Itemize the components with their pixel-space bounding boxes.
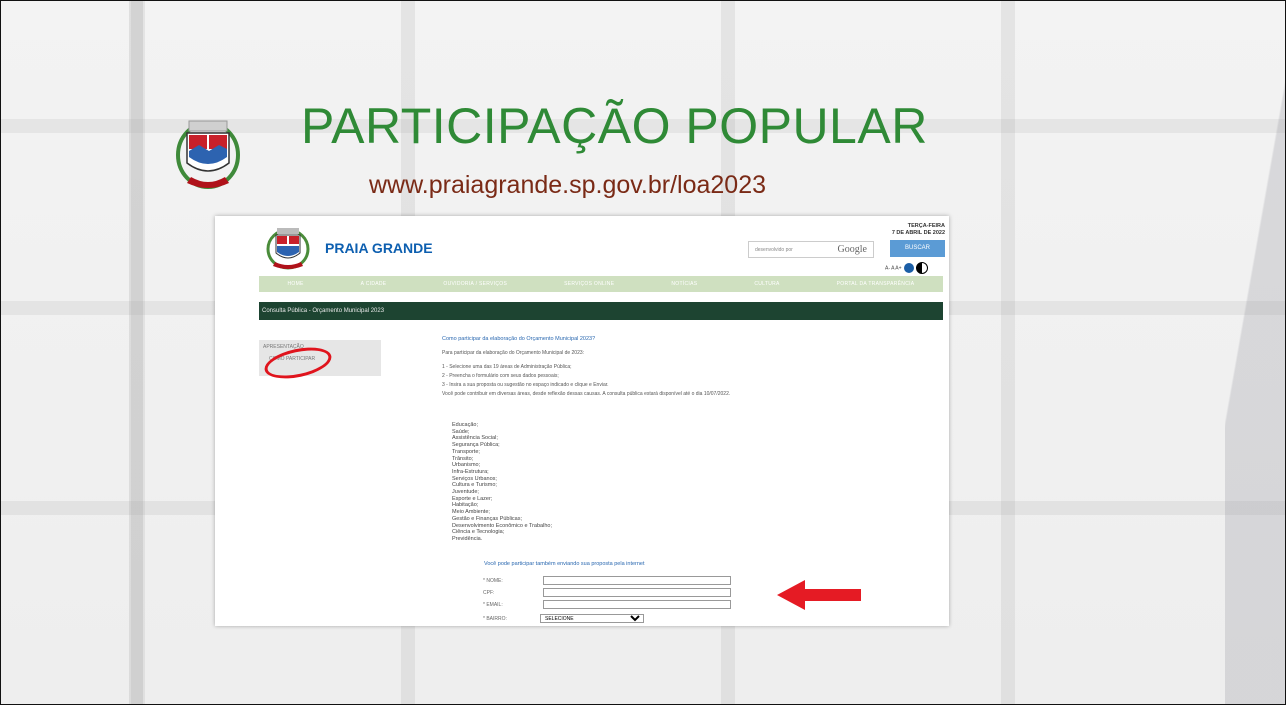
bairro-label: * BAIRRO:	[483, 616, 507, 622]
list-item[interactable]: Gestão e Finanças Públicas;	[452, 516, 552, 523]
nav-home[interactable]: HOME	[287, 281, 303, 287]
list-item[interactable]: Esporte e Lazer;	[452, 496, 552, 503]
list-item[interactable]: Trânsito;	[452, 456, 552, 463]
slide-url: www.praiagrande.sp.gov.br/loa2023	[369, 171, 767, 199]
list-item[interactable]: Ciência e Tecnologia;	[452, 529, 552, 536]
list-item[interactable]: Cultura e Turismo;	[452, 482, 552, 489]
slide-title: PARTICIPAÇÃO POPULAR	[301, 98, 928, 154]
list-item[interactable]: Desenvolvimento Econômico e Trabalho;	[452, 523, 552, 530]
email-field[interactable]	[543, 600, 731, 609]
contrast-icon[interactable]	[915, 262, 928, 274]
red-arrow-icon	[777, 580, 861, 610]
list-item[interactable]: Infra-Estrutura;	[452, 469, 552, 476]
city-crest-icon	[176, 120, 240, 189]
content-question[interactable]: Como participar da elaboração do Orçamen…	[442, 336, 942, 342]
site-brand[interactable]: PRAIA GRANDE	[325, 240, 433, 256]
main-nav: HOME A CIDADE OUVIDORIA / SERVIÇOS SERVI…	[259, 276, 943, 292]
main-content: Como participar da elaboração do Orçamen…	[442, 336, 942, 400]
list-item[interactable]: Saúde;	[452, 429, 552, 436]
name-field[interactable]	[543, 576, 731, 585]
nav-cidade[interactable]: A CIDADE	[361, 281, 387, 287]
nav-transparencia[interactable]: PORTAL DA TRANSPARÊNCIA	[837, 281, 915, 287]
content-step: 2 - Preencha o formulário com seus dados…	[442, 373, 559, 379]
font-size-icon[interactable]	[903, 263, 914, 273]
content-note: Você pode contribuir em diversas áreas, …	[442, 391, 731, 397]
content-step: 3 - Insira a sua proposta ou sugestão no…	[442, 382, 609, 388]
list-item[interactable]: Segurança Pública;	[452, 442, 552, 449]
form-note: Você pode participar também enviando sua…	[484, 561, 645, 567]
website-screenshot: PRAIA GRANDE TERÇA-FEIRA 7 DE ABRIL DE 2…	[215, 216, 949, 626]
search-input[interactable]: desenvolvido por Google	[748, 241, 874, 258]
list-item[interactable]: Assistência Social;	[452, 435, 552, 442]
content-step: 1 - Selecione uma das 19 áreas de Admini…	[442, 364, 572, 370]
bairro-select[interactable]: SELECIONE	[540, 614, 644, 623]
email-label: * EMAIL:	[483, 602, 503, 608]
nav-ouvidoria[interactable]: OUVIDORIA / SERVIÇOS	[443, 281, 507, 287]
accessibility-controls[interactable]: A- A A+	[885, 262, 949, 274]
name-label: * NOME:	[483, 578, 503, 584]
date-display: TERÇA-FEIRA 7 DE ABRIL DE 2022	[891, 223, 945, 236]
list-item[interactable]: Juventude;	[452, 489, 552, 496]
list-item[interactable]: Urbanismo;	[452, 462, 552, 469]
list-item[interactable]: Previdência.	[452, 536, 552, 543]
praia-grande-logo-icon	[266, 228, 310, 270]
list-item[interactable]: Transporte;	[452, 449, 552, 456]
nav-cultura[interactable]: CULTURA	[754, 281, 779, 287]
nav-servicos[interactable]: SERVIÇOS ONLINE	[564, 281, 614, 287]
list-item[interactable]: Habitação;	[452, 502, 552, 509]
cpf-label: CPF:	[483, 590, 495, 596]
content-intro: Para participar da elaboração do Orçamen…	[442, 350, 585, 356]
list-item[interactable]: Meio Ambiente;	[452, 509, 552, 516]
list-item[interactable]: Educação;	[452, 422, 552, 429]
search-button[interactable]: BUSCAR	[890, 240, 945, 257]
breadcrumb: Consulta Pública - Orçamento Municipal 2…	[259, 302, 943, 320]
presentation-slide: PARTICIPAÇÃO POPULAR www.praiagrande.sp.…	[0, 0, 1286, 705]
areas-list: Educação; Saúde; Assistência Social; Seg…	[452, 422, 552, 543]
cpf-field[interactable]	[543, 588, 731, 597]
list-item[interactable]: Serviços Urbanos;	[452, 476, 552, 483]
nav-noticias[interactable]: NOTÍCIAS	[671, 281, 697, 287]
